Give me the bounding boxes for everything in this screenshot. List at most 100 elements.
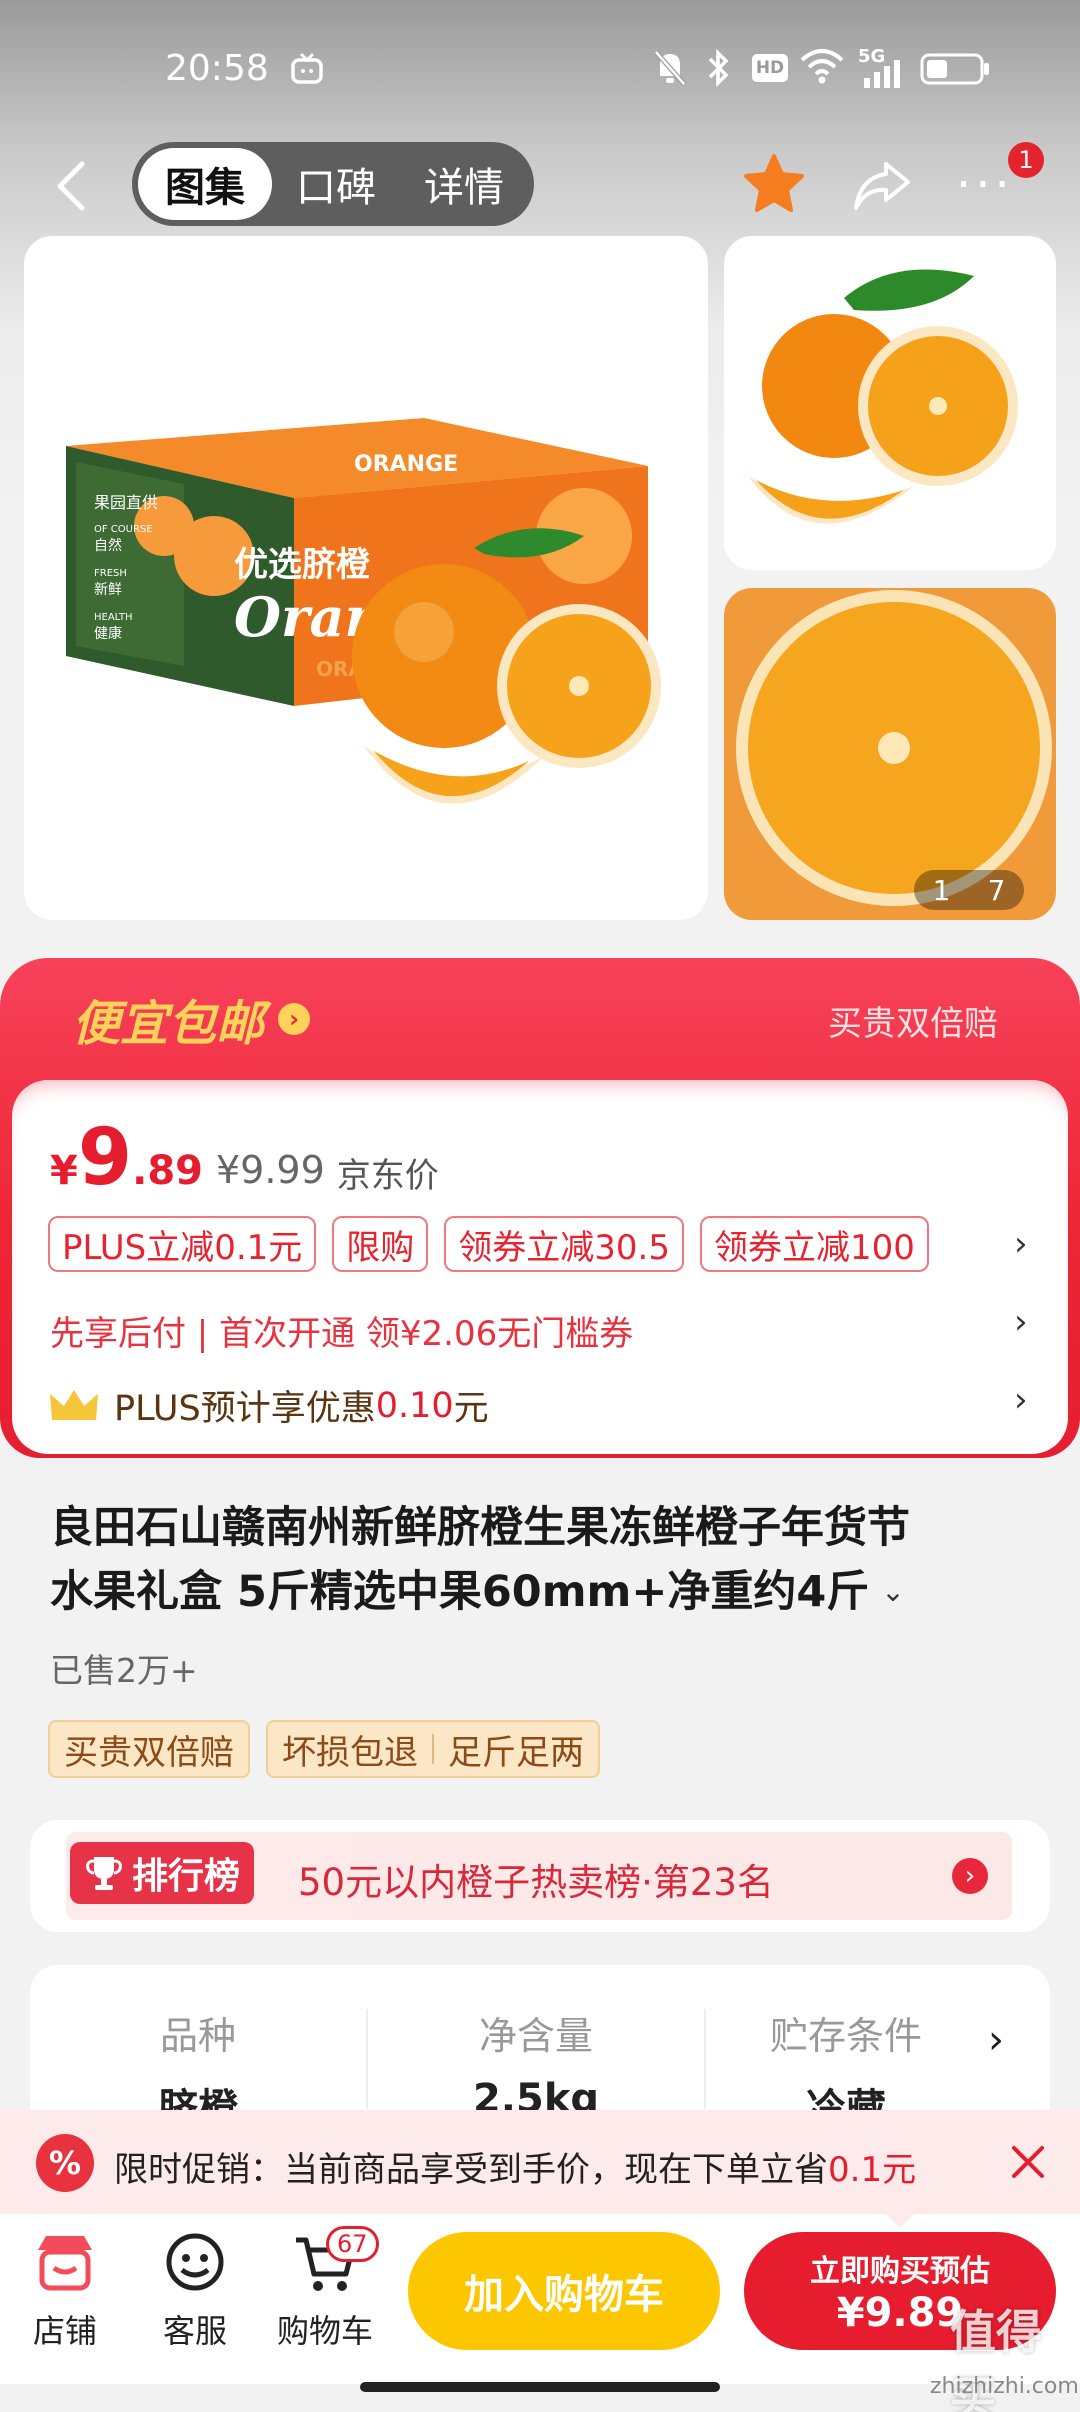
tv-icon — [291, 52, 323, 84]
gallery-tab-switch: 图集 口碑 详情 — [132, 142, 534, 226]
service-tag-damage-return: 坏损包退 — [282, 1732, 418, 1773]
chevron-right-icon[interactable]: › — [988, 2017, 1004, 2063]
original-price-label: 京东价 — [336, 1156, 439, 1196]
coupon-tag[interactable]: 限购 — [332, 1216, 429, 1272]
add-to-cart-button[interactable]: 加入购物车 — [408, 2232, 720, 2350]
double-refund-label: 买贵双倍赔 — [828, 1004, 998, 1044]
svg-text:优选脐橙: 优选脐橙 — [234, 545, 371, 585]
coupon-tag[interactable]: 领券立减30.5 — [444, 1216, 684, 1272]
cheap-shipping-title[interactable]: 便宜包邮 › — [72, 984, 311, 1054]
plus-discount-line[interactable]: PLUS预计享优惠 0.10 元 — [48, 1380, 489, 1431]
price-decimal: .89 — [132, 1148, 203, 1194]
signal-icon — [864, 60, 900, 88]
thumbnail-orange-slice[interactable]: 1 7 — [724, 588, 1056, 920]
buy-now-price: ¥9.89 — [836, 2290, 964, 2336]
service-tag-double-refund[interactable]: 买贵双倍赔 — [48, 1720, 250, 1778]
tab-gallery[interactable]: 图集 — [138, 148, 272, 220]
shop-label: 店铺 — [32, 2312, 97, 2350]
limited-promo-amount: 0.1元 — [828, 2150, 917, 2190]
ranking-badge-label: 排行榜 — [132, 1856, 241, 1897]
limited-promo-bar[interactable]: % 限时促销：当前商品享受到手价，现在下单立省0.1元 — [0, 2110, 1080, 2214]
svg-text:自然: 自然 — [94, 537, 122, 554]
favorite-star-icon[interactable] — [742, 152, 806, 216]
current-price: ¥ 9 .89 — [50, 1118, 203, 1198]
chevron-right-icon[interactable]: › — [1014, 1302, 1028, 1342]
cheap-shipping-label: 便宜包邮 — [72, 996, 265, 1052]
service-tag-full-weight: 足斤足两 — [448, 1732, 584, 1773]
original-price: ¥9.99 京东价 — [216, 1148, 439, 1197]
bluetooth-icon — [708, 48, 729, 88]
main-product-image[interactable]: ORANGE 果园直供 OF COURSE 自然 FRESH 新鲜 HEALTH… — [24, 236, 708, 920]
share-icon[interactable] — [852, 158, 912, 214]
chevron-right-icon[interactable]: › — [952, 1858, 988, 1894]
mute-bell-icon — [654, 50, 686, 86]
plus-amount: 0.10 — [375, 1385, 454, 1426]
coupon-tags[interactable]: PLUS立减0.1元 限购 领券立减30.5 领券立减100 — [48, 1216, 929, 1272]
buy-now-label: 立即购买预估 — [810, 2254, 990, 2289]
watermark-url: zhizhizhi.com — [930, 2374, 1079, 2399]
spec-label: 净含量 — [478, 2014, 593, 2058]
back-arrow-icon[interactable] — [52, 160, 92, 212]
limited-promo-text: 限时促销：当前商品享受到手价，现在下单立省0.1元 — [114, 2142, 916, 2191]
price-integer: 9 — [77, 1113, 133, 1203]
ranking-badge: 排行榜 — [70, 1842, 255, 1904]
thumbnail-oranges[interactable] — [724, 236, 1056, 570]
tab-details[interactable]: 详情 — [400, 148, 528, 220]
tab-reviews[interactable]: 口碑 — [272, 148, 400, 220]
limited-promo-message: 限时促销：当前商品享受到手价，现在下单立省 — [114, 2150, 828, 2190]
svg-text:新鲜: 新鲜 — [94, 582, 122, 598]
battery-icon — [920, 53, 989, 85]
plus-text: PLUS预计享优惠 — [114, 1389, 376, 1429]
coupon-tag[interactable]: 领券立减100 — [700, 1216, 929, 1272]
chevron-right-icon[interactable]: › — [1014, 1224, 1028, 1264]
more-badge: 1 — [1008, 142, 1044, 178]
close-icon[interactable] — [1010, 2144, 1046, 2180]
sold-count: 已售2万+ — [50, 1651, 198, 1690]
percent-icon: % — [36, 2134, 94, 2192]
home-indicator[interactable] — [360, 2382, 720, 2392]
image-counter: 1 7 — [914, 870, 1024, 910]
chevron-right-icon: › — [278, 1003, 311, 1035]
trophy-icon — [86, 1857, 122, 1890]
plus-unit: 元 — [453, 1389, 489, 1429]
counter-total: 7 — [987, 873, 1006, 907]
customer-service-button[interactable]: 客服 — [140, 2232, 250, 2352]
customer-service-icon — [166, 2233, 224, 2291]
status-time: 20:58 — [165, 48, 269, 89]
ranking-text: 50元以内橙子热卖榜·第23名 — [298, 1861, 774, 1904]
status-bar: 20:58 HD 5G — [0, 0, 1080, 140]
product-title-line-2: 水果礼盒 5斤精选中果60mm+净重约4斤 — [50, 1567, 870, 1617]
more-icon[interactable]: ··· — [956, 161, 1014, 209]
svg-text:果园直供: 果园直供 — [94, 493, 158, 512]
svg-text:OF COURSE: OF COURSE — [94, 524, 153, 535]
oranges-thumbnail-image — [748, 269, 1018, 524]
price-currency: ¥ — [50, 1148, 78, 1194]
service-tags[interactable]: 买贵双倍赔 坏损包退 足斤足两 — [48, 1720, 600, 1778]
tooltip-pointer — [886, 2214, 914, 2228]
svg-text:FRESH: FRESH — [94, 568, 127, 579]
wifi-icon — [800, 49, 844, 84]
hd-icon: HD — [752, 54, 788, 82]
cart-label: 购物车 — [276, 2312, 373, 2350]
ranking-card[interactable]: 排行榜 50元以内橙子热卖榜·第23名 › — [30, 1820, 1050, 1932]
crown-icon — [50, 1389, 98, 1420]
chevron-right-icon[interactable]: › — [1014, 1380, 1028, 1420]
coupon-tag[interactable]: PLUS立减0.1元 — [48, 1216, 317, 1272]
pay-later-line[interactable]: 先享后付 | 首次开通 领¥2.06无门槛券 — [50, 1306, 633, 1355]
cart-count-badge: 67 — [326, 2226, 379, 2262]
shop-button[interactable]: 店铺 — [10, 2232, 120, 2352]
spec-item: 净含量 2.5kg — [368, 2005, 704, 2122]
svg-text:HEALTH: HEALTH — [94, 612, 133, 623]
original-price-value: ¥9.99 — [216, 1148, 325, 1192]
expand-chevron-icon[interactable]: ⌄ — [881, 1560, 904, 1624]
service-tag-group[interactable]: 坏损包退 足斤足两 — [266, 1720, 600, 1778]
customer-service-label: 客服 — [162, 2312, 227, 2350]
divider — [432, 1734, 434, 1764]
svg-text:健康: 健康 — [94, 625, 122, 642]
spec-label: 品种 — [159, 2014, 236, 2058]
product-title-line-1: 良田石山赣南州新鲜脐橙生果冻鲜橙子年货节 — [50, 1503, 910, 1553]
orange-box-illustration: ORANGE 果园直供 OF COURSE 自然 FRESH 新鲜 HEALTH… — [66, 418, 661, 804]
box-brand-text: ORANGE — [354, 452, 458, 477]
product-title[interactable]: 良田石山赣南州新鲜脐橙生果冻鲜橙子年货节 水果礼盒 5斤精选中果60mm+净重约… — [50, 1496, 1030, 1624]
counter-current: 1 — [932, 873, 951, 907]
